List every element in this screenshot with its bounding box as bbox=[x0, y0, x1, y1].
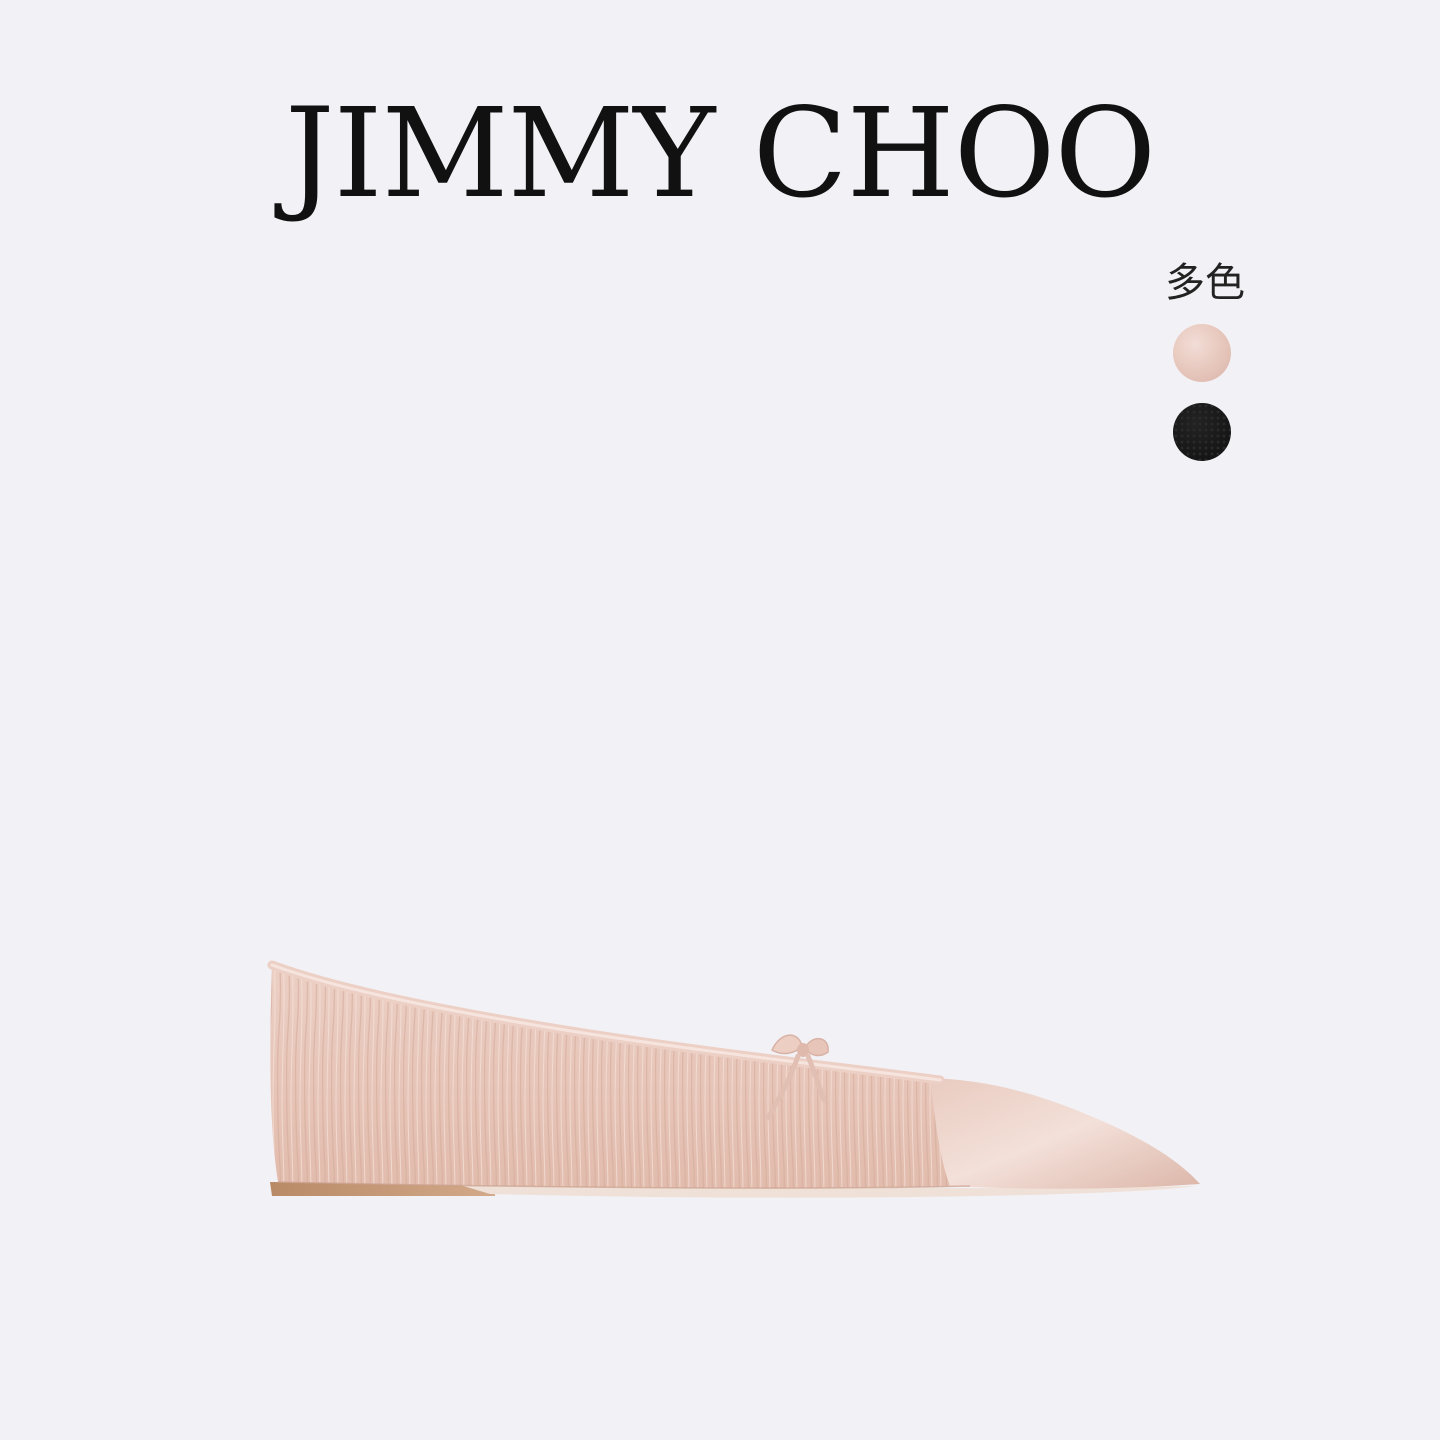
color-variants-label: 多色 bbox=[1165, 260, 1245, 306]
product-image bbox=[267, 960, 1200, 1198]
shoe-satin-toe bbox=[930, 1078, 1200, 1189]
color-swatch-nude[interactable] bbox=[1173, 324, 1231, 382]
color-swatch-black[interactable] bbox=[1173, 403, 1231, 461]
brand-logo: JIMMY CHOO bbox=[284, 82, 1156, 226]
